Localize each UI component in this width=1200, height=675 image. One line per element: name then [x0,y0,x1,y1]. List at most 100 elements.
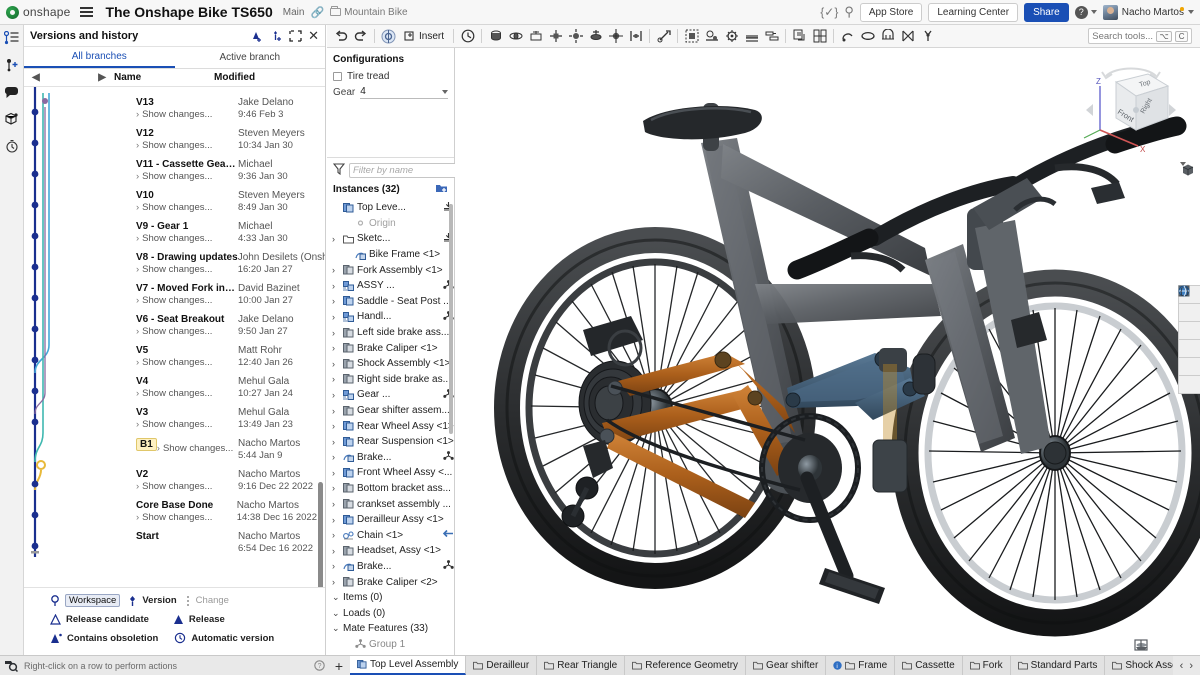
version-row[interactable]: V2Show changes...Nacho Martos9:16 Dec 22… [136,468,317,499]
version-row[interactable]: V4Show changes...Mehul Gala10:27 Jan 24 [136,375,317,406]
sidebar-item-app-extensions[interactable] [3,110,21,128]
pin-slot-mate-icon[interactable] [586,27,605,46]
featurescript-panel-icon[interactable]: {} [1178,375,1200,394]
split-view-icon[interactable] [1158,639,1174,653]
tab-all-branches[interactable]: All branches [24,47,175,68]
show-changes-link[interactable]: Show changes... [136,326,212,337]
versions-scrollbar[interactable] [318,482,323,587]
instances-tree[interactable]: Top Leve...Origin›Sketc...Bike Frame <1>… [327,200,454,655]
expand-caret-icon[interactable]: › [332,390,340,400]
document-tabs[interactable]: Top Level AssemblyDerailleurRear Triangl… [350,656,1173,675]
section-view-icon[interactable] [858,27,877,46]
version-row[interactable]: V8 - Drawing updatesShow changes...John … [136,251,317,282]
show-changes-link[interactable]: Show changes... [136,512,212,523]
column-modified[interactable]: Modified [214,72,255,83]
render-studio-panel-icon[interactable] [1178,357,1200,376]
tree-node[interactable]: ›Rear Wheel Assy <1> [327,418,454,434]
version-row[interactable]: V12Show changes...Steven Meyers10:34 Jan… [136,127,317,158]
expand-caret-icon[interactable]: ⌄ [332,592,340,603]
config-tire-tread-row[interactable]: Tire tread [327,69,454,84]
redo-icon[interactable] [351,27,370,46]
tree-node[interactable]: ›Brake... [327,559,454,575]
help-menu[interactable]: ? [1075,6,1097,19]
flip-arrow-icon[interactable] [442,529,454,541]
expand-caret-icon[interactable]: › [332,265,340,275]
tree-node[interactable]: ›Brake Caliper <2> [327,574,454,590]
show-changes-link[interactable]: Show changes... [136,388,212,399]
mate-connector-icon[interactable] [654,27,673,46]
version-row[interactable]: V13Show changes...Jake Delano9:46 Feb 3 [136,96,317,127]
fastened-mate-icon[interactable] [486,27,505,46]
mate-group-icon[interactable] [443,560,454,572]
expand-caret-icon[interactable]: › [332,499,340,509]
search-tools-input[interactable]: Search tools... ⌥ C [1088,28,1192,44]
appearance-panel-icon[interactable] [1178,303,1200,322]
document-tab[interactable]: Cassette [895,656,962,675]
tree-node[interactable]: ›Derailleur Assy <1> [327,512,454,528]
show-changes-link[interactable]: Show changes... [157,443,233,454]
cylindrical-mate-icon[interactable] [566,27,585,46]
version-row[interactable]: V3Show changes...Mehul Gala13:49 Jan 23 [136,406,317,437]
assemble-origin-icon[interactable] [379,27,398,46]
document-tab[interactable]: Reference Geometry [625,656,746,675]
expand-caret-icon[interactable]: ⌄ [332,608,340,619]
tree-node[interactable]: ›Brake... [327,450,454,466]
create-branch-icon[interactable] [289,30,302,42]
tree-node[interactable]: ›Gear ... [327,387,454,403]
expand-caret-icon[interactable]: › [332,546,340,556]
tree-node[interactable]: ⌄Items (0) [327,590,454,606]
close-icon[interactable]: ✕ [308,28,319,44]
create-version-icon[interactable] [269,30,283,42]
document-tab[interactable]: Standard Parts [1011,656,1106,675]
search-icon[interactable]: ⚲ [844,4,854,20]
tree-node[interactable]: ›ASSY ... [327,278,454,294]
tree-node[interactable]: ›Brake Caliper <1> [327,340,454,356]
3d-viewport[interactable]: Top Front Right Z X [455,48,1200,655]
render-icon[interactable] [918,27,937,46]
graph-scroll-left-icon[interactable]: ◀ [32,72,40,83]
version-row[interactable]: V5Show changes...Matt Rohr12:40 Jan 26 [136,344,317,375]
ball-mate-icon[interactable] [606,27,625,46]
expand-caret-icon[interactable]: › [332,343,340,353]
document-tab[interactable]: Fork [963,656,1011,675]
share-button[interactable]: Share [1024,3,1069,22]
show-changes-link[interactable]: Show changes... [136,357,212,368]
document-tab[interactable]: iFrame [826,656,895,675]
tab-active-branch[interactable]: Active branch [175,47,326,68]
show-changes-link[interactable]: Show changes... [136,295,212,306]
parallel-mate-icon[interactable] [626,27,645,46]
show-changes-link[interactable]: Show changes... [136,264,212,275]
expand-caret-icon[interactable]: › [332,452,340,462]
version-row[interactable]: V7 - Moved Fork into D...Show changes...… [136,282,317,313]
expand-caret-icon[interactable]: › [332,561,340,571]
expand-caret-icon[interactable]: › [332,296,340,306]
tree-node[interactable]: Group 1 [327,637,454,653]
exploded-views-panel-icon[interactable] [1178,321,1200,340]
show-changes-link[interactable]: Show changes... [136,171,212,182]
group-icon[interactable] [682,27,701,46]
app-store-button[interactable]: App Store [860,3,922,22]
show-changes-link[interactable]: Show changes... [136,481,212,492]
sidebar-item-history-clock[interactable] [3,137,21,155]
learning-center-button[interactable]: Learning Center [928,3,1018,22]
view-cube[interactable]: Top Front Right Z X [1076,60,1186,160]
document-tab[interactable]: Top Level Assembly [350,656,466,675]
display-state-icon[interactable] [878,27,897,46]
link-icon[interactable]: 🔗 [310,6,324,19]
display-states-panel-icon[interactable] [1178,339,1200,358]
interference-icon[interactable] [898,27,917,46]
sidebar-item-versions-history[interactable] [3,29,21,47]
expand-caret-icon[interactable]: › [332,328,340,338]
versions-list[interactable]: V13Show changes...Jake Delano9:46 Feb 3V… [24,87,325,587]
screw-relation-icon[interactable] [762,27,781,46]
tree-node[interactable]: ›Chain <1> [327,527,454,543]
tree-node[interactable]: ›Sketc... [327,231,454,247]
expand-caret-icon[interactable]: › [332,281,340,291]
tree-node[interactable]: Top Leve... [327,200,454,216]
undo-icon[interactable] [331,27,350,46]
tree-node[interactable]: ›Handl... [327,309,454,325]
tree-node[interactable]: ›Fork Assembly <1> [327,262,454,278]
add-tab-icon[interactable]: + [328,656,350,675]
show-changes-link[interactable]: Show changes... [136,202,212,213]
expand-caret-icon[interactable]: › [332,483,340,493]
